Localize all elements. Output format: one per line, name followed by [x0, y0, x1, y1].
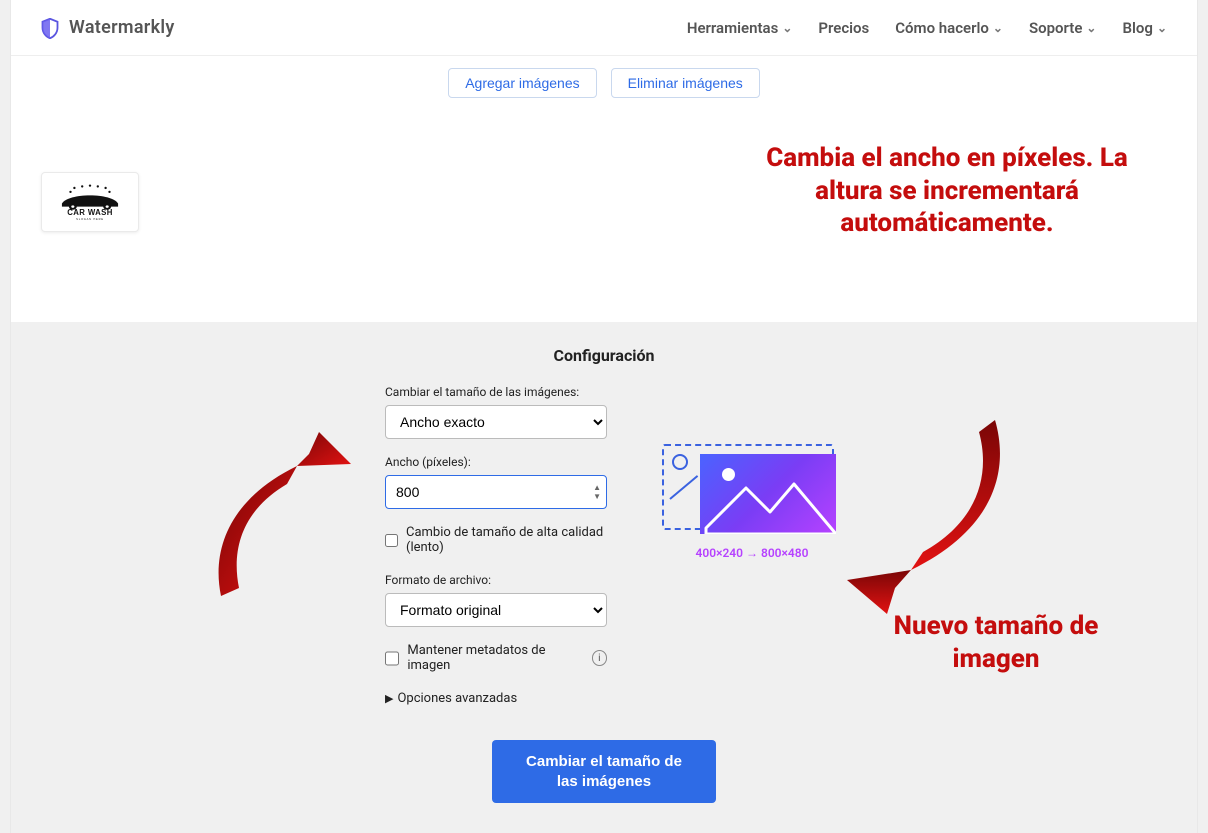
brand-label: Watermarkly [69, 17, 175, 38]
nav-como-label: Cómo hacerlo [895, 19, 989, 37]
width-input[interactable] [385, 475, 607, 509]
advanced-options-label: Opciones avanzadas [397, 691, 517, 706]
nav-blog-label: Blog [1122, 19, 1152, 37]
carwash-logo-icon: CAR WASH SLOGAN HERE [50, 182, 130, 222]
advanced-options-toggle[interactable]: ▶ Opciones avanzadas [385, 691, 607, 706]
hq-resize-checkbox[interactable] [385, 533, 398, 548]
nav-soporte[interactable]: Soporte ⌄ [1029, 19, 1097, 37]
add-images-button[interactable]: Agregar imágenes [448, 68, 596, 98]
svg-text:SLOGAN HERE: SLOGAN HERE [76, 217, 104, 221]
keep-metadata-label: Mantener metadatos de imagen [407, 643, 583, 673]
preview-ring-icon [672, 454, 688, 470]
resize-preview: 400×240 → 800×480 [647, 436, 857, 560]
annotation-bottom: Nuevo tamaño de imagen [881, 610, 1111, 675]
chevron-down-icon: ⌄ [1157, 21, 1167, 35]
resize-mode-select[interactable]: Ancho exacto [385, 405, 607, 439]
brand[interactable]: Watermarkly [41, 17, 175, 38]
chevron-down-icon: ⌄ [782, 21, 792, 35]
action-row: Agregar imágenes Eliminar imágenes [11, 56, 1197, 112]
resize-submit-button[interactable]: Cambiar el tamaño de las imágenes [492, 740, 716, 803]
nav-herramientas[interactable]: Herramientas ⌄ [687, 19, 793, 37]
keep-metadata-checkbox[interactable] [385, 651, 399, 666]
image-thumbnail[interactable]: CAR WASH SLOGAN HERE [41, 172, 139, 232]
annotation-top: Cambia el ancho en píxeles. La altura se… [757, 142, 1137, 240]
nav-blog[interactable]: Blog ⌄ [1122, 19, 1167, 37]
hq-resize-label: Cambio de tamaño de alta calidad (lento) [406, 525, 607, 555]
top-header: Watermarkly Herramientas ⌄ Precios Cómo … [11, 0, 1197, 56]
file-format-select[interactable]: Formato original [385, 593, 607, 627]
triangle-right-icon: ▶ [385, 692, 393, 705]
spinner-icon[interactable]: ▲▼ [593, 483, 601, 501]
config-panel: Configuración Cambiar el tamaño de las i… [11, 322, 1197, 833]
chevron-down-icon: ⌄ [993, 21, 1003, 35]
preview-image-icon [700, 454, 836, 534]
arrow-right-icon [839, 418, 1019, 608]
nav-como-hacerlo[interactable]: Cómo hacerlo ⌄ [895, 19, 1003, 37]
chevron-down-icon: ⌄ [1086, 21, 1096, 35]
nav: Herramientas ⌄ Precios Cómo hacerlo ⌄ So… [687, 19, 1167, 37]
config-title: Configuración [11, 346, 1197, 365]
nav-herramientas-label: Herramientas [687, 19, 778, 37]
nav-precios-label: Precios [818, 19, 869, 37]
info-icon[interactable]: i [592, 650, 607, 666]
arrow-left-icon [201, 428, 361, 588]
svg-text:CAR WASH: CAR WASH [67, 208, 113, 217]
file-format-label: Formato de archivo: [385, 573, 607, 587]
nav-soporte-label: Soporte [1029, 19, 1082, 37]
nav-precios[interactable]: Precios [818, 19, 869, 37]
preview-dimensions: 400×240 → 800×480 [647, 546, 857, 560]
image-gallery: CAR WASH SLOGAN HERE Cambia el ancho en … [11, 112, 1197, 322]
resize-mode-label: Cambiar el tamaño de las imágenes: [385, 385, 607, 399]
width-label: Ancho (píxeles): [385, 455, 607, 469]
remove-images-button[interactable]: Eliminar imágenes [611, 68, 760, 98]
shield-icon [41, 18, 59, 38]
